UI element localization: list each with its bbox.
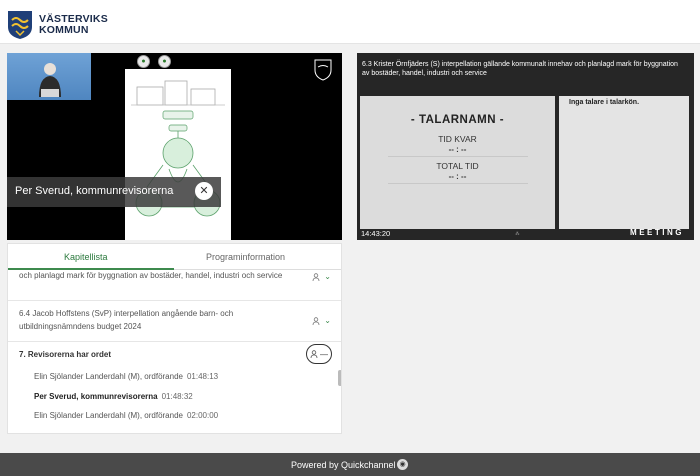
speaker-caption: Per Sverud, kommunrevisorerna (7, 177, 221, 207)
agenda-title: 6.3 Krister Örnfjäders (S) interpellatio… (362, 61, 678, 77)
org-name: VÄSTERVIKS KOMMUN (39, 14, 108, 36)
meeting-brand: MEETING (630, 228, 684, 237)
divider (8, 300, 341, 301)
person-icon (312, 273, 320, 281)
quickchannel-logo-icon: ◉ (397, 459, 408, 470)
speaker-entry-time: 01:48:13 (186, 372, 219, 381)
chapter-panel: Kapitellista Programinformation och plan… (7, 243, 342, 434)
chapter-list: och planlagd mark för byggnation av bost… (8, 270, 341, 433)
chevron-down-icon[interactable]: ⌄ (324, 272, 331, 281)
minus-icon: — (320, 349, 328, 359)
speaker-entry-active[interactable]: Per Sverud, kommunrevisorerna 01:48:32 (34, 392, 193, 401)
total-time-label: TOTAL TID (436, 161, 479, 171)
speaker-entry[interactable]: Elin Sjölander Landerdahl (M), ordförand… (34, 372, 218, 381)
chevron-down-icon[interactable]: ⌄ (324, 316, 331, 325)
slide-illustration (131, 80, 225, 217)
user-icon: ● (158, 55, 171, 68)
org-name-line2: KOMMUN (39, 24, 89, 36)
total-time-value: -- : -- (448, 172, 467, 181)
speaker-queue-empty: Inga talare i talarkön. (569, 99, 640, 106)
speaker-camera-feed (7, 53, 91, 100)
slide-toolbar: ● ● (137, 55, 171, 68)
divider (8, 341, 341, 342)
speaker-entry-time: 02:00:00 (186, 411, 219, 420)
speaker-entry-name: Elin Sjölander Landerdahl (M), ordförand… (34, 372, 183, 381)
person-icon (310, 350, 318, 358)
leaf-icon: ● (137, 55, 150, 68)
divider (388, 156, 528, 157)
meeting-display: 6.3 Krister Örnfjäders (S) interpellatio… (357, 53, 694, 240)
site-footer: Powered by Quickchannel ◉ (0, 453, 700, 476)
divider (388, 183, 528, 184)
tab-bar: Kapitellista Programinformation (8, 244, 341, 270)
chapter-item-6-4-controls[interactable]: ⌄ (312, 316, 331, 325)
close-icon[interactable]: ✕ (195, 182, 213, 200)
chapter-item-6-4[interactable]: 6.4 Jacob Hoffstens (SvP) interpellation… (19, 307, 309, 333)
video-player[interactable]: ● ● Per Sverud, kommunrevisorerna ✕ (7, 53, 342, 240)
time-left-label: TID KVAR (438, 134, 477, 144)
meeting-clock: 14:43:20 (361, 229, 391, 238)
broadcast-logo-icon (314, 59, 332, 81)
chapter-section-7[interactable]: 7. Revisorerna har ordet (19, 350, 111, 359)
chapter-item-6-3[interactable]: och planlagd mark för byggnation av bost… (19, 270, 309, 282)
speaker-entry[interactable]: Elin Sjölander Landerdahl (M), ordförand… (34, 411, 218, 420)
scrollbar-thumb[interactable] (338, 370, 341, 386)
municipality-logo[interactable]: VÄSTERVIKS KOMMUN (7, 10, 108, 40)
tab-kapitellista[interactable]: Kapitellista (64, 252, 108, 262)
person-icon (312, 317, 320, 325)
speaker-figure (39, 63, 61, 97)
collapse-button[interactable]: — (306, 344, 332, 364)
speaker-entry-time: 01:48:32 (161, 392, 193, 401)
small-mark: ⁂ (515, 231, 520, 236)
municipal-crest-icon (8, 11, 32, 39)
speaker-name-placeholder: - TALARNAMN - (410, 114, 505, 126)
speaker-entry-name: Elin Sjölander Landerdahl (M), ordförand… (34, 411, 183, 420)
tab-programinformation[interactable]: Programinformation (206, 252, 285, 262)
speaker-entry-name: Per Sverud, kommunrevisorerna (34, 392, 158, 401)
time-left-value: -- : -- (448, 145, 467, 154)
speaker-queue-panel: Inga talare i talarkön. (559, 96, 689, 229)
site-header: VÄSTERVIKS KOMMUN (0, 0, 700, 44)
powered-by-text[interactable]: Powered by Quickchannel (291, 460, 396, 470)
speaker-timer-panel: - TALARNAMN - TID KVAR -- : -- TOTAL TID… (360, 96, 555, 229)
chapter-item-6-3-controls[interactable]: ⌄ (312, 272, 331, 281)
presentation-slide (125, 69, 231, 240)
